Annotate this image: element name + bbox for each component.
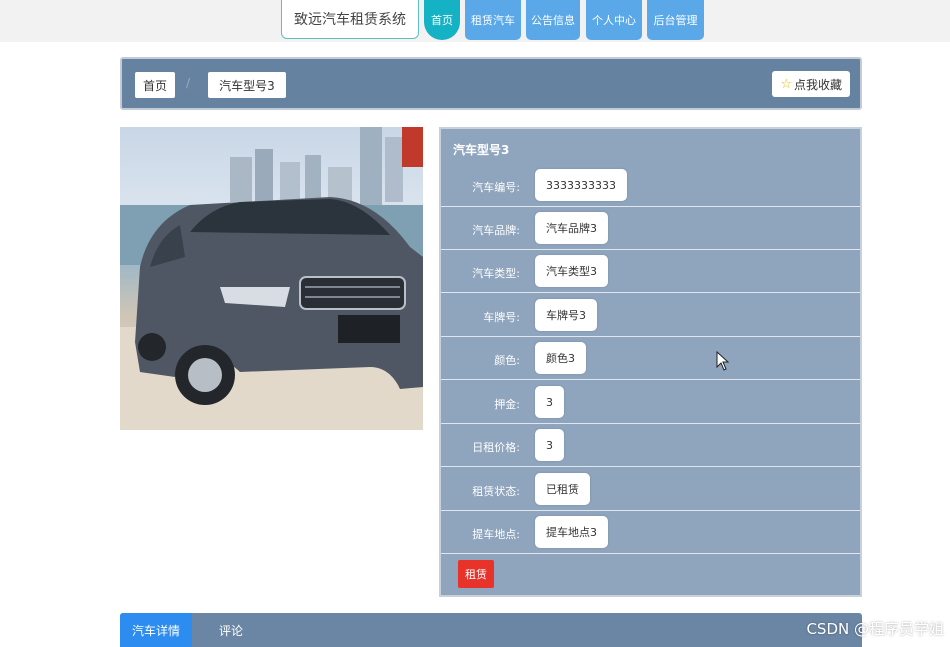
breadcrumb: 首页 / 汽车型号3 ☆ 点我收藏 [120,57,862,110]
detail-row-plate: 车牌号: 车牌号3 [441,294,860,337]
detail-value: 汽车品牌3 [535,212,608,244]
detail-value: 已租赁 [535,473,590,505]
top-nav-bar: 致远汽车租赁系统 首页 租赁汽车 公告信息 个人中心 后台管理 [0,0,950,42]
detail-label: 提车地点: [472,528,520,541]
nav-item-home[interactable]: 首页 [424,0,460,40]
detail-label: 汽车类型: [472,267,520,280]
detail-label: 日租价格: [472,441,520,454]
detail-label: 颜色: [494,354,520,367]
detail-value: 颜色3 [535,342,586,374]
detail-row-brand: 汽车品牌: 汽车品牌3 [441,207,860,250]
favorite-button[interactable]: ☆ 点我收藏 [772,71,850,97]
detail-value: 3 [535,386,564,418]
breadcrumb-home[interactable]: 首页 [135,72,175,98]
star-icon: ☆ [780,76,792,92]
car-illustration [120,127,423,430]
detail-row-color: 颜色: 颜色3 [441,337,860,380]
detail-row-car-number: 汽车编号: 3333333333 [441,164,860,207]
watermark: CSDN @程序员学姐 [806,620,944,638]
detail-label: 押金: [494,398,520,411]
breadcrumb-current: 汽车型号3 [208,72,286,98]
rent-button[interactable]: 租赁 [458,560,494,588]
detail-value: 3333333333 [535,169,627,201]
detail-value: 汽车类型3 [535,255,608,287]
tab-car-details[interactable]: 汽车详情 [120,613,192,647]
detail-row-deposit: 押金: 3 [441,381,860,424]
nav-item-admin[interactable]: 后台管理 [647,0,704,40]
tab-comments[interactable]: 评论 [204,613,258,647]
detail-label: 汽车品牌: [472,224,520,237]
detail-value: 3 [535,429,564,461]
detail-row-rental-status: 租赁状态: 已租赁 [441,468,860,511]
site-title[interactable]: 致远汽车租赁系统 [281,0,419,39]
detail-tabs: 汽车详情 评论 [120,613,862,647]
car-detail-panel: 汽车型号3 汽车编号: 3333333333 汽车品牌: 汽车品牌3 汽车类型:… [439,127,862,597]
detail-row-type: 汽车类型: 汽车类型3 [441,250,860,293]
breadcrumb-separator: / [186,76,191,90]
detail-label: 租赁状态: [472,485,520,498]
mouse-cursor-icon [716,351,730,371]
detail-label: 汽车编号: [472,181,520,194]
car-photo [120,127,423,430]
favorite-label: 点我收藏 [793,77,842,92]
detail-value: 提车地点3 [535,516,608,548]
nav-item-personal-center[interactable]: 个人中心 [586,0,642,40]
car-detail-title: 汽车型号3 [453,143,510,157]
nav-item-rent-car[interactable]: 租赁汽车 [465,0,521,40]
nav-item-announcements[interactable]: 公告信息 [526,0,580,40]
detail-value: 车牌号3 [535,299,597,331]
detail-label: 车牌号: [483,311,520,324]
detail-row-daily-price: 日租价格: 3 [441,424,860,467]
detail-row-pickup-location: 提车地点: 提车地点3 [441,511,860,554]
